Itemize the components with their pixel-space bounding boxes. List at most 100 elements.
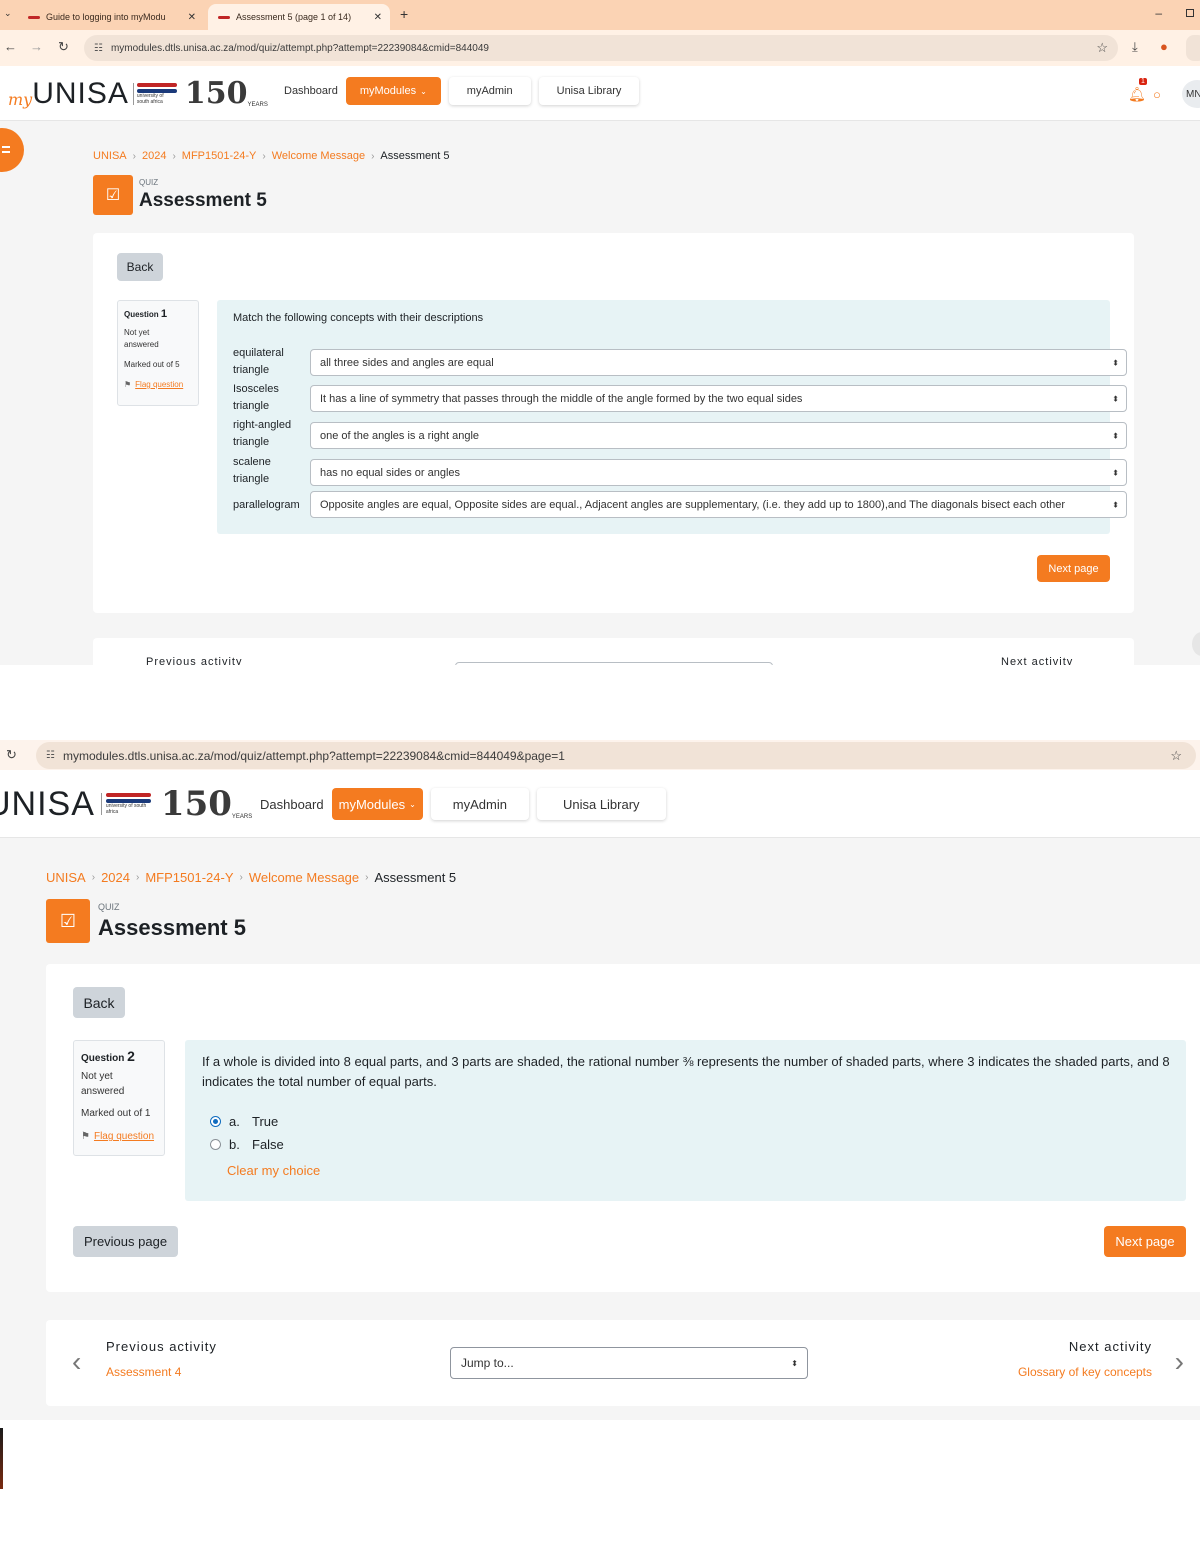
breadcrumb-year[interactable]: 2024 [101, 870, 130, 885]
profile-icon[interactable]: ● [1160, 39, 1168, 54]
page-title-block: ☑ QUIZ Assessment 5 [46, 899, 246, 943]
match-label: equilateral triangle [233, 347, 284, 376]
quiz-icon: ☑ [46, 899, 90, 943]
download-icon[interactable]: ⤓ [1132, 39, 1138, 55]
next-page-button[interactable]: Next page [1104, 1226, 1186, 1257]
breadcrumb-welcome[interactable]: Welcome Message [272, 150, 365, 162]
breadcrumb-year[interactable]: 2024 [142, 150, 166, 162]
site-header: UNISA university of south africa 150 YEA… [0, 770, 1200, 838]
page-title-block: ☑ QUIZ Assessment 5 [93, 175, 267, 215]
match-row: parallelogram [233, 497, 309, 514]
breadcrumb-unisa[interactable]: UNISA [46, 870, 86, 885]
nav-dashboard[interactable]: Dashboard [260, 797, 324, 812]
match-select[interactable]: Opposite angles are equal, Opposite side… [310, 491, 1127, 518]
messages-icon[interactable]: ○ [1153, 87, 1161, 102]
bookmark-star-icon[interactable]: ☆ [1096, 40, 1108, 56]
breadcrumb-current: Assessment 5 [374, 870, 457, 885]
back-arrow-icon[interactable]: ← [4, 39, 17, 54]
address-bar[interactable]: ☷ mymodules.dtls.unisa.ac.za/mod/quiz/at… [36, 742, 1196, 769]
nav-myadmin[interactable]: myAdmin [430, 788, 529, 820]
next-page-button[interactable]: Next page [1037, 555, 1110, 582]
breadcrumb-welcome[interactable]: Welcome Message [249, 870, 359, 885]
browser-toolbar: ↻ ☷ mymodules.dtls.unisa.ac.za/mod/quiz/… [0, 740, 1200, 770]
quiz-card: Back Question 2 Not yet answered Marked … [46, 964, 1200, 1292]
address-bar[interactable]: ☷ mymodules.dtls.unisa.ac.za/mod/quiz/at… [84, 35, 1118, 61]
breadcrumb-module[interactable]: MFP1501-24-Y [182, 150, 257, 162]
reload-icon[interactable]: ↻ [58, 39, 69, 55]
nav-mymodules[interactable]: myModules ⌄ [331, 788, 423, 820]
nav-myadmin[interactable]: myAdmin [448, 77, 531, 105]
site-logo[interactable]: UNISA university of south africa 150 YEA… [0, 784, 252, 824]
nav-unisa-library[interactable]: Unisa Library [538, 77, 640, 105]
forward-arrow-icon[interactable]: → [30, 39, 43, 54]
tab-search-chevron-icon[interactable]: ⌄ [4, 8, 12, 19]
question-marks: Marked out of 5 [124, 360, 180, 369]
select-arrows-icon: ⬍ [1112, 431, 1119, 440]
minimize-window-icon[interactable]: – [1155, 6, 1162, 20]
clear-choice-link[interactable]: Clear my choice [227, 1163, 320, 1178]
reload-icon[interactable]: ↻ [6, 747, 17, 763]
match-label: Isosceles triangle [233, 383, 279, 412]
match-label: scalene triangle [233, 456, 271, 485]
right-drawer-toggle[interactable] [1192, 632, 1200, 656]
new-tab-button[interactable]: + [400, 6, 408, 22]
extensions-icon[interactable] [1186, 35, 1200, 61]
previous-page-button[interactable]: Previous page [73, 1226, 178, 1257]
question-number: Question 2 [81, 1048, 135, 1065]
activity-type-label: QUIZ [139, 178, 159, 187]
answer-option-true[interactable]: a. True [210, 1114, 278, 1129]
nav-dashboard[interactable]: Dashboard [284, 85, 338, 97]
match-row: scalene triangle [233, 454, 309, 488]
chevron-down-icon: ⌄ [409, 799, 416, 809]
match-select[interactable]: It has a line of symmetry that passes th… [310, 385, 1127, 412]
screenshot-page-1: ⌄ Guide to logging into myModu ✕ Assessm… [0, 0, 1200, 665]
site-settings-icon[interactable]: ☷ [46, 750, 55, 761]
flag-question-link[interactable]: Flag question [94, 1129, 154, 1144]
flag-icon: ⚑ [81, 1131, 90, 1142]
bookmark-star-icon[interactable]: ☆ [1170, 748, 1182, 764]
maximize-window-icon[interactable] [1186, 9, 1194, 17]
close-tab-icon[interactable]: ✕ [188, 12, 196, 23]
nav-mymodules[interactable]: myModules ⌄ [345, 77, 441, 105]
close-tab-icon[interactable]: ✕ [374, 12, 382, 23]
chevron-left-icon[interactable]: ‹ [72, 1346, 81, 1378]
page-title: Assessment 5 [98, 914, 246, 940]
breadcrumb-module[interactable]: MFP1501-24-Y [145, 870, 233, 885]
screenshot-page-2: ↻ ☷ mymodules.dtls.unisa.ac.za/mod/quiz/… [0, 740, 1200, 1420]
notifications-bell-icon[interactable]: 🔔︎ [1128, 86, 1146, 103]
site-logo[interactable]: my UNISA university of south africa 150 … [8, 76, 268, 111]
browser-tab-guide[interactable]: Guide to logging into myModu ✕ [18, 4, 204, 30]
question-state: Not yet answered [81, 1071, 125, 1097]
quiz-icon: ☑ [93, 175, 133, 215]
back-button[interactable]: Back [117, 253, 163, 281]
match-select[interactable]: one of the angles is a right angle ⬍ [310, 422, 1127, 449]
match-label: right-angled triangle [233, 419, 292, 448]
next-activity-label: Next activity [1068, 1339, 1152, 1354]
radio-button[interactable] [210, 1116, 221, 1127]
match-select[interactable]: all three sides and angles are equal ⬍ [310, 349, 1127, 376]
unisa-flag-logo: university of south africa [100, 793, 151, 815]
primary-navigation: Dashboard myModules ⌄ myAdmin Unisa Libra… [284, 77, 647, 105]
site-settings-icon[interactable]: ☷ [94, 43, 103, 54]
primary-navigation: Dashboard myModules ⌄ myAdmin Unisa Libra… [260, 788, 674, 820]
previous-activity-link[interactable]: Assessment 4 [106, 1365, 181, 1379]
flag-question-link[interactable]: Flag question [135, 379, 183, 391]
breadcrumb-unisa[interactable]: UNISA [93, 150, 127, 162]
course-index-icon [2, 146, 10, 153]
match-select[interactable]: has no equal sides or angles ⬍ [310, 459, 1127, 486]
breadcrumb: UNISA › 2024 › MFP1501-24-Y › Welcome Messa… [93, 150, 450, 162]
browser-tab-assessment[interactable]: Assessment 5 (page 1 of 14) ✕ [208, 4, 390, 30]
radio-button[interactable] [210, 1139, 221, 1150]
previous-activity-label: Previous activity [146, 656, 243, 665]
flag-icon: ⚑ [124, 380, 132, 389]
jump-to-select[interactable]: Jump to... ⬍ [450, 1347, 808, 1379]
back-button[interactable]: Back [73, 987, 125, 1018]
activity-type-label: QUIZ [98, 901, 120, 912]
user-avatar[interactable]: MN [1182, 80, 1200, 108]
select-arrows-icon: ⬍ [791, 1358, 798, 1368]
chevron-right-icon[interactable]: › [1175, 1346, 1184, 1378]
answer-option-false[interactable]: b. False [210, 1137, 284, 1152]
next-activity-link[interactable]: Glossary of key concepts [1018, 1365, 1152, 1379]
nav-unisa-library[interactable]: Unisa Library [536, 788, 666, 820]
jump-to-select[interactable] [455, 662, 773, 665]
